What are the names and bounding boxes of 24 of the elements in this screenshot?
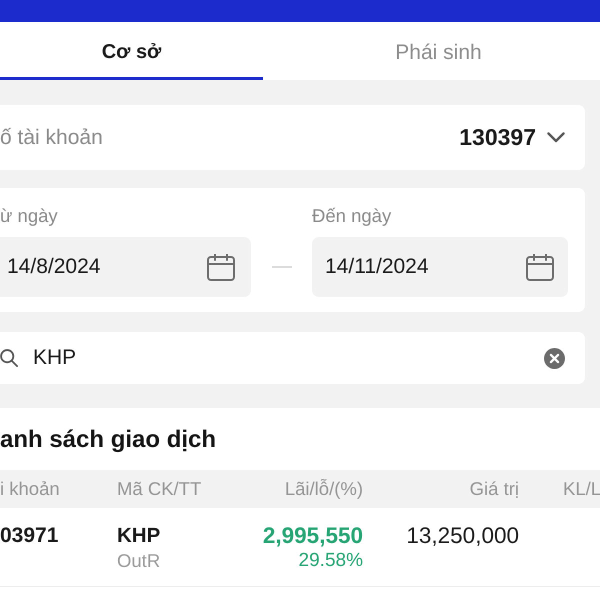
stock-symbol: KHP <box>117 524 160 548</box>
date-field[interactable]: 14/8/2024 <box>0 237 251 297</box>
field-label: ừ ngày <box>0 206 58 226</box>
chevron-down-icon <box>547 132 565 143</box>
search-icon <box>0 349 18 367</box>
calendar-icon[interactable] <box>207 254 235 280</box>
date-field[interactable]: 14/11/2024 <box>312 237 568 297</box>
account-dropdown[interactable]: 130397 <box>459 124 565 151</box>
column-header: Mã CK/TT <box>117 478 202 500</box>
profit-amount: 2,995,550 <box>262 524 363 548</box>
order-status: OutR <box>117 549 160 573</box>
account-number: 03971 <box>0 524 58 548</box>
column-header: Lãi/lỗ/(%) <box>284 478 363 500</box>
clear-icon[interactable] <box>544 348 565 368</box>
profit-percent: 29.58% <box>298 549 363 573</box>
calendar-icon[interactable] <box>526 254 554 280</box>
field-label: ố tài khoản <box>0 126 103 150</box>
dash-icon <box>272 266 292 268</box>
search-field[interactable]: KHP <box>0 332 585 384</box>
trade-value: 13,250,000 <box>406 524 519 548</box>
section-title: anh sách giao dịch <box>0 428 216 452</box>
column-header: i khoản <box>0 478 60 500</box>
column-header: Giá trị <box>470 478 519 500</box>
field-label: Đến ngày <box>312 206 392 226</box>
